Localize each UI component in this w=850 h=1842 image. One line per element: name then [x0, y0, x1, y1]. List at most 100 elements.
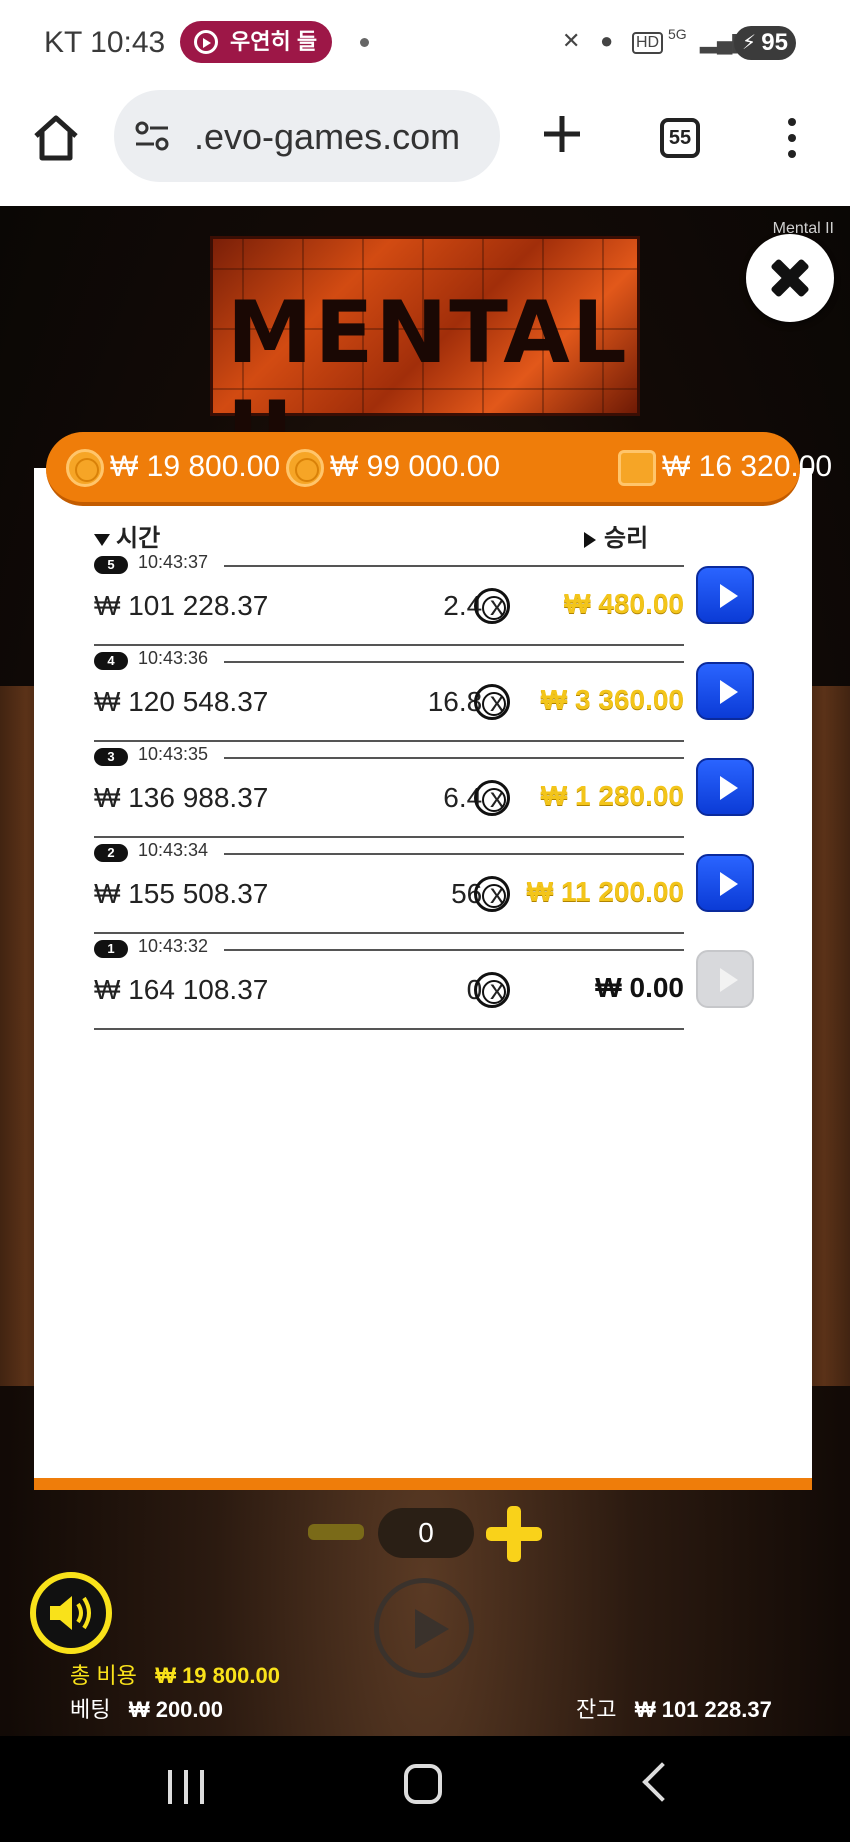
- coin-icon: [474, 780, 510, 816]
- row-divider: [94, 644, 684, 646]
- close-button[interactable]: [746, 234, 834, 322]
- balance-row: 잔고 ₩ 101 228.37: [576, 1692, 772, 1724]
- spin-count: 0: [378, 1508, 474, 1558]
- round-balance: ₩ 136 988.37: [94, 782, 269, 813]
- row-divider: [224, 661, 684, 663]
- round-win: ₩ 1 280.00: [540, 780, 684, 811]
- round-balance: ₩ 120 548.37: [94, 686, 269, 717]
- wallet-icon: [618, 450, 656, 486]
- notification-dot-icon: [360, 38, 369, 47]
- row-divider: [224, 949, 684, 951]
- column-win-label: 승리: [604, 525, 649, 552]
- history-row: 1 10:43:32 ₩ 164 108.37 0 x ₩ 0.00: [94, 936, 784, 1032]
- round-balance: ₩ 164 108.37: [94, 974, 269, 1005]
- url-text: .evo-games.com: [194, 116, 461, 157]
- round-badge: 1: [94, 940, 128, 958]
- round-win: ₩ 480.00: [564, 588, 684, 619]
- browser-toolbar: .evo-games.com 55: [0, 88, 850, 206]
- round-badge: 4: [94, 652, 128, 670]
- round-badge: 5: [94, 556, 128, 574]
- battery-level: 95: [761, 29, 788, 56]
- increase-button[interactable]: [486, 1506, 542, 1562]
- site-settings-icon[interactable]: [132, 116, 172, 156]
- history-row: 5 10:43:37 ₩ 101 228.37 2.4 x ₩ 480.00: [94, 552, 784, 648]
- header-wallet: ₩ 16 320.00: [662, 450, 833, 483]
- coin-stack-icon: [286, 449, 324, 487]
- round-badge: 3: [94, 748, 128, 766]
- coin-icon: [474, 588, 510, 624]
- round-badge: 2: [94, 844, 128, 862]
- status-bar: KT 10:43 우연히 들 ✕ ● HD 5G ▂▄▆ ⚡ 95: [0, 0, 850, 88]
- row-divider: [94, 932, 684, 934]
- replay-button[interactable]: [696, 950, 754, 1008]
- hd-icon: HD: [632, 32, 664, 54]
- round-win: ₩ 11 200.00: [526, 876, 684, 907]
- recent-apps-button[interactable]: [166, 1766, 206, 1806]
- total-cost-value: ₩ 19 800.00: [155, 1663, 280, 1688]
- round-win: ₩ 0.00: [595, 972, 684, 1003]
- home-button[interactable]: [404, 1764, 442, 1804]
- total-cost-label: 총 비용: [70, 1663, 137, 1688]
- history-row: 2 10:43:34 ₩ 155 508.37 56 x ₩ 11 200.00: [94, 840, 784, 936]
- header-total-cost: ₩ 19 800.00: [110, 450, 281, 483]
- charging-icon: ⚡: [742, 32, 757, 54]
- round-win: ₩ 3 360.00: [540, 684, 684, 715]
- notification-label: 우연히 들: [230, 29, 318, 54]
- tab-switcher-button[interactable]: 55: [660, 118, 700, 158]
- replay-button[interactable]: [696, 758, 754, 816]
- bet-label: 베팅: [70, 1697, 111, 1722]
- balance-header: ₩ 19 800.00 ₩ 99 000.00 ₩ 16 320.00: [46, 432, 832, 506]
- history-panel: 시간 승리 5 10:43:37 ₩ 101 228.37 2.4 x ₩ 48…: [34, 468, 812, 1490]
- location-icon: ●: [600, 28, 614, 53]
- home-icon[interactable]: [30, 112, 82, 164]
- balance-label: 잔고: [576, 1697, 617, 1722]
- balance-value: ₩ 101 228.37: [634, 1697, 772, 1722]
- status-time: KT 10:43: [44, 26, 166, 59]
- round-balance: ₩ 155 508.37: [94, 878, 269, 909]
- round-time: 10:43:37: [138, 552, 209, 572]
- round-time: 10:43:35: [138, 744, 209, 764]
- history-row: 4 10:43:36 ₩ 120 548.37 16.8 x ₩ 3 360.0…: [94, 648, 784, 744]
- more-menu-icon[interactable]: [788, 118, 798, 158]
- row-divider: [224, 853, 684, 855]
- play-button[interactable]: [374, 1578, 474, 1678]
- replay-button[interactable]: [696, 566, 754, 624]
- row-divider: [224, 757, 684, 759]
- total-cost-row: 총 비용 ₩ 19 800.00: [70, 1658, 280, 1690]
- column-time-label: 시간: [116, 525, 161, 552]
- record-icon: [194, 30, 218, 54]
- round-balance: ₩ 101 228.37: [94, 590, 269, 621]
- row-divider: [224, 565, 684, 567]
- back-button[interactable]: [642, 1762, 682, 1802]
- coin-icon: [66, 449, 104, 487]
- address-bar[interactable]: .evo-games.com: [114, 90, 500, 182]
- coin-icon: [474, 876, 510, 912]
- replay-button[interactable]: [696, 662, 754, 720]
- mute-icon: ✕: [562, 28, 581, 53]
- sort-down-icon: [94, 533, 110, 546]
- new-tab-icon[interactable]: [540, 112, 584, 156]
- bet-row: 베팅 ₩ 200.00: [70, 1692, 223, 1724]
- game-area: Mental II MENTAL II 시간 승리 5 10:43:37 ₩ 1…: [0, 206, 850, 1736]
- header-max-value: ₩ 99 000.00: [330, 450, 501, 483]
- game-logo: MENTAL II: [210, 236, 640, 483]
- column-header-time[interactable]: 시간: [94, 518, 160, 553]
- round-time: 10:43:34: [138, 840, 209, 860]
- coin-icon: [474, 972, 510, 1008]
- sort-right-icon: [584, 531, 596, 548]
- replay-button[interactable]: [696, 854, 754, 912]
- column-header-win[interactable]: 승리: [584, 518, 648, 553]
- round-time: 10:43:36: [138, 648, 209, 668]
- decrease-button[interactable]: [308, 1524, 364, 1540]
- bet-value: ₩ 200.00: [128, 1697, 223, 1722]
- row-divider: [94, 836, 684, 838]
- sound-toggle[interactable]: [30, 1572, 112, 1654]
- row-divider: [94, 740, 684, 742]
- row-divider: [94, 1028, 684, 1030]
- 5g-icon: 5G: [668, 26, 687, 42]
- speaker-icon: [50, 1596, 91, 1630]
- notification-pill[interactable]: 우연히 들: [180, 21, 332, 63]
- round-time: 10:43:32: [138, 936, 209, 956]
- history-row: 3 10:43:35 ₩ 136 988.37 6.4 x ₩ 1 280.00: [94, 744, 784, 840]
- battery-indicator: ⚡ 95: [734, 26, 796, 60]
